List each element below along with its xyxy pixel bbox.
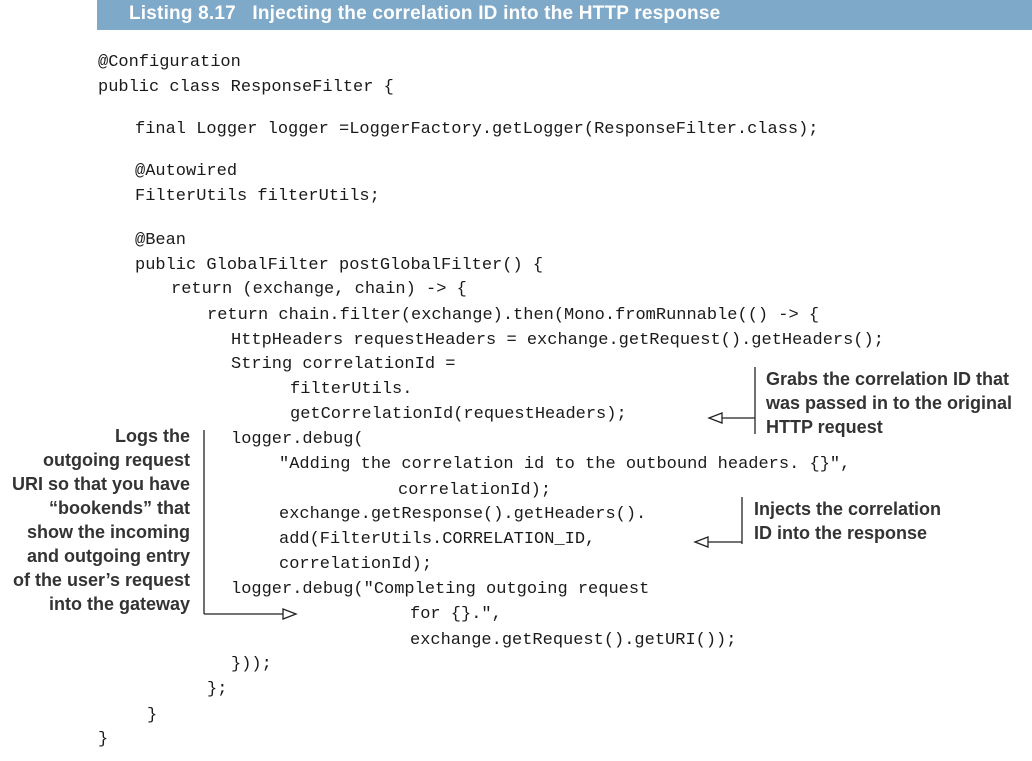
- arrowhead-injects-icon: [693, 536, 709, 548]
- callout-lines: [203, 367, 756, 620]
- arrowhead-grabs-icon: [707, 412, 723, 424]
- arrowhead-logs-icon: [282, 608, 298, 620]
